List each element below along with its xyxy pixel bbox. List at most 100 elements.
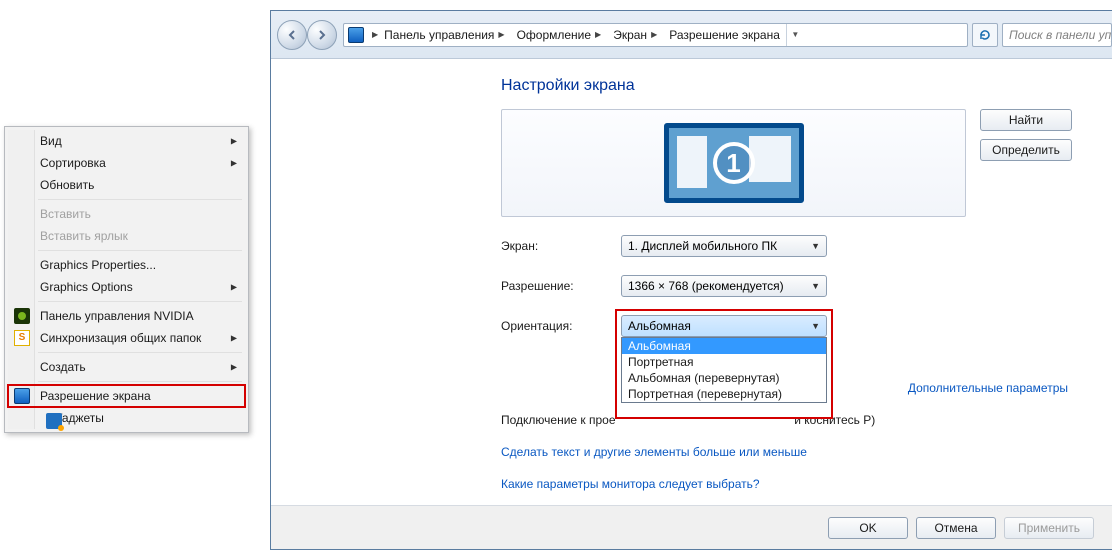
option-label: Альбомная	[628, 339, 691, 353]
chevron-right-icon: ▶	[231, 159, 237, 168]
chevron-right-icon: ▶	[231, 283, 237, 292]
chevron-down-icon: ▼	[811, 281, 820, 291]
detect-button[interactable]: Найти	[980, 109, 1072, 131]
orientation-option[interactable]: Портретная	[622, 354, 826, 370]
page-title: Настройки экрана	[501, 77, 1072, 95]
button-label: Применить	[1018, 521, 1080, 535]
chevron-right-icon: ▶	[231, 363, 237, 372]
orientation-option[interactable]: Альбомная (перевернутая)	[622, 370, 826, 386]
button-label: Отмена	[934, 521, 977, 535]
menu-sync-folders[interactable]: Синхронизация общих папок ▶	[8, 327, 245, 349]
monitor-thumbnail[interactable]: 1	[664, 123, 804, 203]
back-button[interactable]	[277, 20, 307, 50]
menu-sort[interactable]: Сортировка ▶	[8, 152, 245, 174]
option-label: Портретная (перевернутая)	[628, 387, 782, 401]
ok-button[interactable]: OK	[828, 517, 908, 539]
orientation-option[interactable]: Альбомная	[622, 338, 826, 354]
monitor-preview-panel[interactable]: 1	[501, 109, 966, 217]
menu-screen-resolution[interactable]: Разрешение экрана	[8, 385, 245, 407]
menu-graphics-options[interactable]: Graphics Options ▶	[8, 276, 245, 298]
chevron-right-icon: ▶	[368, 30, 380, 39]
refresh-button[interactable]	[972, 23, 998, 47]
projector-text-suffix: и коснитесь P)	[794, 413, 875, 427]
text-size-link[interactable]: Сделать текст и другие элементы больше и…	[501, 445, 807, 459]
screen-label: Экран:	[501, 239, 621, 253]
search-placeholder: Поиск в панели упр	[1009, 28, 1112, 42]
chevron-right-icon: ▶	[591, 30, 603, 39]
orientation-label: Ориентация:	[501, 319, 621, 333]
button-label: Найти	[1009, 113, 1043, 127]
combo-value: 1366 × 768 (рекомендуется)	[628, 279, 784, 293]
menu-label: Разрешение экрана	[40, 389, 151, 403]
button-label: OK	[859, 521, 876, 535]
projector-text-prefix: Подключение к прое	[501, 413, 616, 427]
forward-button[interactable]	[307, 20, 337, 50]
which-settings-link[interactable]: Какие параметры монитора следует выбрать…	[501, 477, 760, 491]
menu-gadgets[interactable]: Гаджеты	[8, 407, 245, 429]
button-label: Определить	[992, 143, 1060, 157]
window-titlebar: ▶ Панель управления▶ Оформление▶ Экран▶ …	[271, 11, 1112, 59]
page-content: Настройки экрана 1 Найти Определить Экра…	[271, 59, 1112, 505]
control-panel-icon	[348, 27, 364, 43]
sync-icon	[14, 330, 30, 346]
chevron-down-icon: ▼	[811, 241, 820, 251]
option-label: Портретная	[628, 355, 693, 369]
crumb-label: Разрешение экрана	[669, 28, 780, 42]
screen-resolution-window: ▶ Панель управления▶ Оформление▶ Экран▶ …	[270, 10, 1112, 550]
menu-label: Graphics Options	[40, 280, 133, 294]
menu-label: Создать	[40, 360, 86, 374]
menu-separator	[38, 250, 242, 251]
combo-value: 1. Дисплей мобильного ПК	[628, 239, 777, 253]
menu-graphics-properties[interactable]: Graphics Properties...	[8, 254, 245, 276]
menu-separator	[38, 352, 242, 353]
resolution-label: Разрешение:	[501, 279, 621, 293]
menu-label: Гаджеты	[56, 411, 104, 425]
identify-button[interactable]: Определить	[980, 139, 1072, 161]
menu-separator	[38, 301, 242, 302]
apply-button[interactable]: Применить	[1004, 517, 1094, 539]
menu-separator	[38, 199, 242, 200]
desktop-context-menu: Вид ▶ Сортировка ▶ Обновить Вставить Встав…	[4, 126, 249, 433]
nav-buttons	[277, 20, 337, 50]
chevron-right-icon: ▶	[231, 137, 237, 146]
menu-label: Панель управления NVIDIA	[40, 309, 194, 323]
menu-label: Обновить	[40, 178, 94, 192]
menu-label: Graphics Properties...	[40, 258, 156, 272]
screen-combo[interactable]: 1. Дисплей мобильного ПК ▼	[621, 235, 827, 257]
advanced-settings-link[interactable]: Дополнительные параметры	[908, 381, 1068, 395]
dialog-footer: OK Отмена Применить	[271, 505, 1112, 549]
breadcrumb-item[interactable]: Оформление▶	[513, 24, 610, 46]
address-bar[interactable]: ▶ Панель управления▶ Оформление▶ Экран▶ …	[343, 23, 968, 47]
menu-paste-shortcut: Вставить ярлык	[8, 225, 245, 247]
resolution-combo[interactable]: 1366 × 768 (рекомендуется) ▼	[621, 275, 827, 297]
breadcrumb-item[interactable]: Экран▶	[609, 24, 665, 46]
crumb-label: Панель управления	[384, 28, 494, 42]
menu-label: Вид	[40, 134, 62, 148]
orientation-combo[interactable]: Альбомная ▼	[621, 315, 827, 337]
orientation-dropdown: Альбомная Портретная Альбомная (переверн…	[621, 337, 827, 403]
monitor-number: 1	[713, 142, 755, 184]
chevron-down-icon: ▼	[811, 321, 820, 331]
gadget-icon	[46, 413, 62, 429]
menu-label: Вставить	[40, 207, 91, 221]
orientation-option[interactable]: Портретная (перевернутая)	[622, 386, 826, 402]
crumb-label: Экран	[613, 28, 647, 42]
breadcrumb-item[interactable]: Панель управления▶	[380, 24, 512, 46]
nvidia-icon	[14, 308, 30, 324]
display-icon	[14, 388, 30, 404]
cancel-button[interactable]: Отмена	[916, 517, 996, 539]
menu-new[interactable]: Создать ▶	[8, 356, 245, 378]
menu-nvidia[interactable]: Панель управления NVIDIA	[8, 305, 245, 327]
menu-paste: Вставить	[8, 203, 245, 225]
menu-refresh[interactable]: Обновить	[8, 174, 245, 196]
chevron-right-icon: ▶	[494, 30, 506, 39]
menu-label: Синхронизация общих папок	[40, 331, 201, 345]
search-input[interactable]: Поиск в панели упр	[1002, 23, 1112, 47]
combo-value: Альбомная	[628, 319, 691, 333]
chevron-right-icon: ▶	[231, 334, 237, 343]
menu-view[interactable]: Вид ▶	[8, 130, 245, 152]
menu-label: Сортировка	[40, 156, 106, 170]
address-dropdown[interactable]: ▼	[786, 24, 804, 46]
breadcrumb-item[interactable]: Разрешение экрана	[665, 24, 786, 46]
menu-label: Вставить ярлык	[40, 229, 128, 243]
